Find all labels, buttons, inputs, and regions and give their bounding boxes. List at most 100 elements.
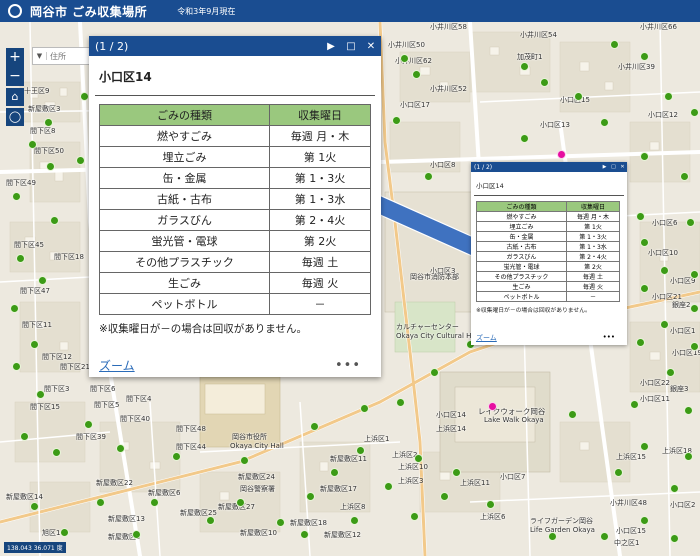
- collection-point-marker[interactable]: [412, 70, 421, 79]
- collection-point-marker[interactable]: [356, 446, 365, 455]
- collection-point-marker[interactable]: [610, 40, 619, 49]
- collection-point-marker[interactable]: [684, 406, 693, 415]
- collection-point-marker[interactable]: [80, 92, 89, 101]
- maximize-icon[interactable]: □: [341, 41, 361, 52]
- collection-point-marker[interactable]: [640, 516, 649, 525]
- home-button[interactable]: ⌂: [6, 88, 24, 106]
- collection-point-marker[interactable]: [410, 512, 419, 521]
- collection-point-marker[interactable]: [640, 152, 649, 161]
- special-collection-marker[interactable]: [488, 402, 497, 411]
- collection-point-marker[interactable]: [46, 162, 55, 171]
- locate-button[interactable]: ◯: [6, 108, 24, 126]
- collection-point-marker[interactable]: [670, 484, 679, 493]
- collection-point-marker[interactable]: [680, 172, 689, 181]
- special-collection-marker[interactable]: [557, 150, 566, 159]
- column-header: ごみの種類: [476, 201, 567, 212]
- collection-point-marker[interactable]: [360, 404, 369, 413]
- collection-point-marker[interactable]: [574, 92, 583, 101]
- collection-point-marker[interactable]: [640, 238, 649, 247]
- collection-point-marker[interactable]: [640, 52, 649, 61]
- close-icon[interactable]: ✕: [361, 41, 381, 52]
- collection-point-marker[interactable]: [300, 530, 309, 539]
- collection-point-marker[interactable]: [568, 410, 577, 419]
- collection-point-marker[interactable]: [12, 362, 21, 371]
- zoom-to-link[interactable]: ズーム: [476, 333, 497, 343]
- collection-point-marker[interactable]: [330, 468, 339, 477]
- collection-point-marker[interactable]: [96, 498, 105, 507]
- collection-point-marker[interactable]: [440, 492, 449, 501]
- collection-point-marker[interactable]: [392, 116, 401, 125]
- collection-point-marker[interactable]: [132, 530, 141, 539]
- collection-point-marker[interactable]: [36, 390, 45, 399]
- collection-point-marker[interactable]: [50, 216, 59, 225]
- collection-point-marker[interactable]: [400, 54, 409, 63]
- search-dropdown-icon[interactable]: ▼: [33, 52, 47, 60]
- collection-point-marker[interactable]: [690, 304, 699, 313]
- collection-point-marker[interactable]: [52, 448, 61, 457]
- next-feature-icon[interactable]: ▶: [600, 164, 609, 170]
- collection-point-marker[interactable]: [640, 442, 649, 451]
- collection-point-marker[interactable]: [116, 444, 125, 453]
- collection-point-marker[interactable]: [396, 398, 405, 407]
- collection-point-marker[interactable]: [666, 368, 675, 377]
- collection-point-marker[interactable]: [276, 518, 285, 527]
- zoom-out-button[interactable]: −: [6, 67, 24, 86]
- collection-point-marker[interactable]: [44, 118, 53, 127]
- collection-point-marker[interactable]: [430, 368, 439, 377]
- collection-point-marker[interactable]: [452, 468, 461, 477]
- collection-point-marker[interactable]: [686, 218, 695, 227]
- collection-point-marker[interactable]: [310, 422, 319, 431]
- collection-point-marker[interactable]: [30, 340, 39, 349]
- collection-point-marker[interactable]: [306, 492, 315, 501]
- collection-point-marker[interactable]: [520, 134, 529, 143]
- collection-point-marker[interactable]: [236, 498, 245, 507]
- collection-point-marker[interactable]: [630, 400, 639, 409]
- collection-point-marker[interactable]: [690, 270, 699, 279]
- maximize-icon[interactable]: □: [609, 164, 618, 170]
- collection-point-marker[interactable]: [10, 304, 19, 313]
- garbage-type: その他プラスチック: [99, 251, 270, 273]
- collection-point-marker[interactable]: [60, 528, 69, 537]
- collection-point-marker[interactable]: [20, 432, 29, 441]
- garbage-type: 埋立ごみ: [476, 221, 567, 232]
- collection-point-marker[interactable]: [240, 456, 249, 465]
- collection-point-marker[interactable]: [84, 420, 93, 429]
- zoom-to-link[interactable]: ズーム: [99, 357, 135, 374]
- more-actions-icon[interactable]: •••: [603, 333, 615, 343]
- collection-point-marker[interactable]: [384, 482, 393, 491]
- collection-point-marker[interactable]: [16, 254, 25, 263]
- collection-point-marker[interactable]: [670, 534, 679, 543]
- collection-point-marker[interactable]: [660, 266, 669, 275]
- collection-point-marker[interactable]: [540, 78, 549, 87]
- collection-point-marker[interactable]: [636, 338, 645, 347]
- collection-point-marker[interactable]: [548, 532, 557, 541]
- collection-point-marker[interactable]: [350, 516, 359, 525]
- next-feature-icon[interactable]: ▶: [321, 41, 341, 52]
- zoom-in-button[interactable]: +: [6, 48, 24, 67]
- more-actions-icon[interactable]: •••: [335, 358, 361, 373]
- collection-point-marker[interactable]: [600, 532, 609, 541]
- collection-point-marker[interactable]: [414, 454, 423, 463]
- collection-point-marker[interactable]: [664, 92, 673, 101]
- collection-point-marker[interactable]: [486, 500, 495, 509]
- close-icon[interactable]: ✕: [618, 164, 627, 170]
- collection-point-marker[interactable]: [38, 276, 47, 285]
- collection-point-marker[interactable]: [76, 156, 85, 165]
- collection-point-marker[interactable]: [28, 140, 37, 149]
- collection-point-marker[interactable]: [600, 118, 609, 127]
- inset-popup: (1 / 2) ▶ □ ✕ 小口区14 ごみの種類 収集曜日 燃やすごみ 毎週 月…: [471, 162, 627, 345]
- collection-point-marker[interactable]: [614, 468, 623, 477]
- collection-point-marker[interactable]: [150, 498, 159, 507]
- collection-point-marker[interactable]: [172, 452, 181, 461]
- collection-point-marker[interactable]: [520, 62, 529, 71]
- collection-point-marker[interactable]: [30, 502, 39, 511]
- collection-point-marker[interactable]: [684, 452, 693, 461]
- collection-point-marker[interactable]: [206, 516, 215, 525]
- collection-point-marker[interactable]: [12, 192, 21, 201]
- collection-point-marker[interactable]: [660, 320, 669, 329]
- collection-point-marker[interactable]: [690, 108, 699, 117]
- collection-point-marker[interactable]: [640, 284, 649, 293]
- collection-point-marker[interactable]: [636, 212, 645, 221]
- collection-point-marker[interactable]: [690, 342, 699, 351]
- collection-point-marker[interactable]: [424, 172, 433, 181]
